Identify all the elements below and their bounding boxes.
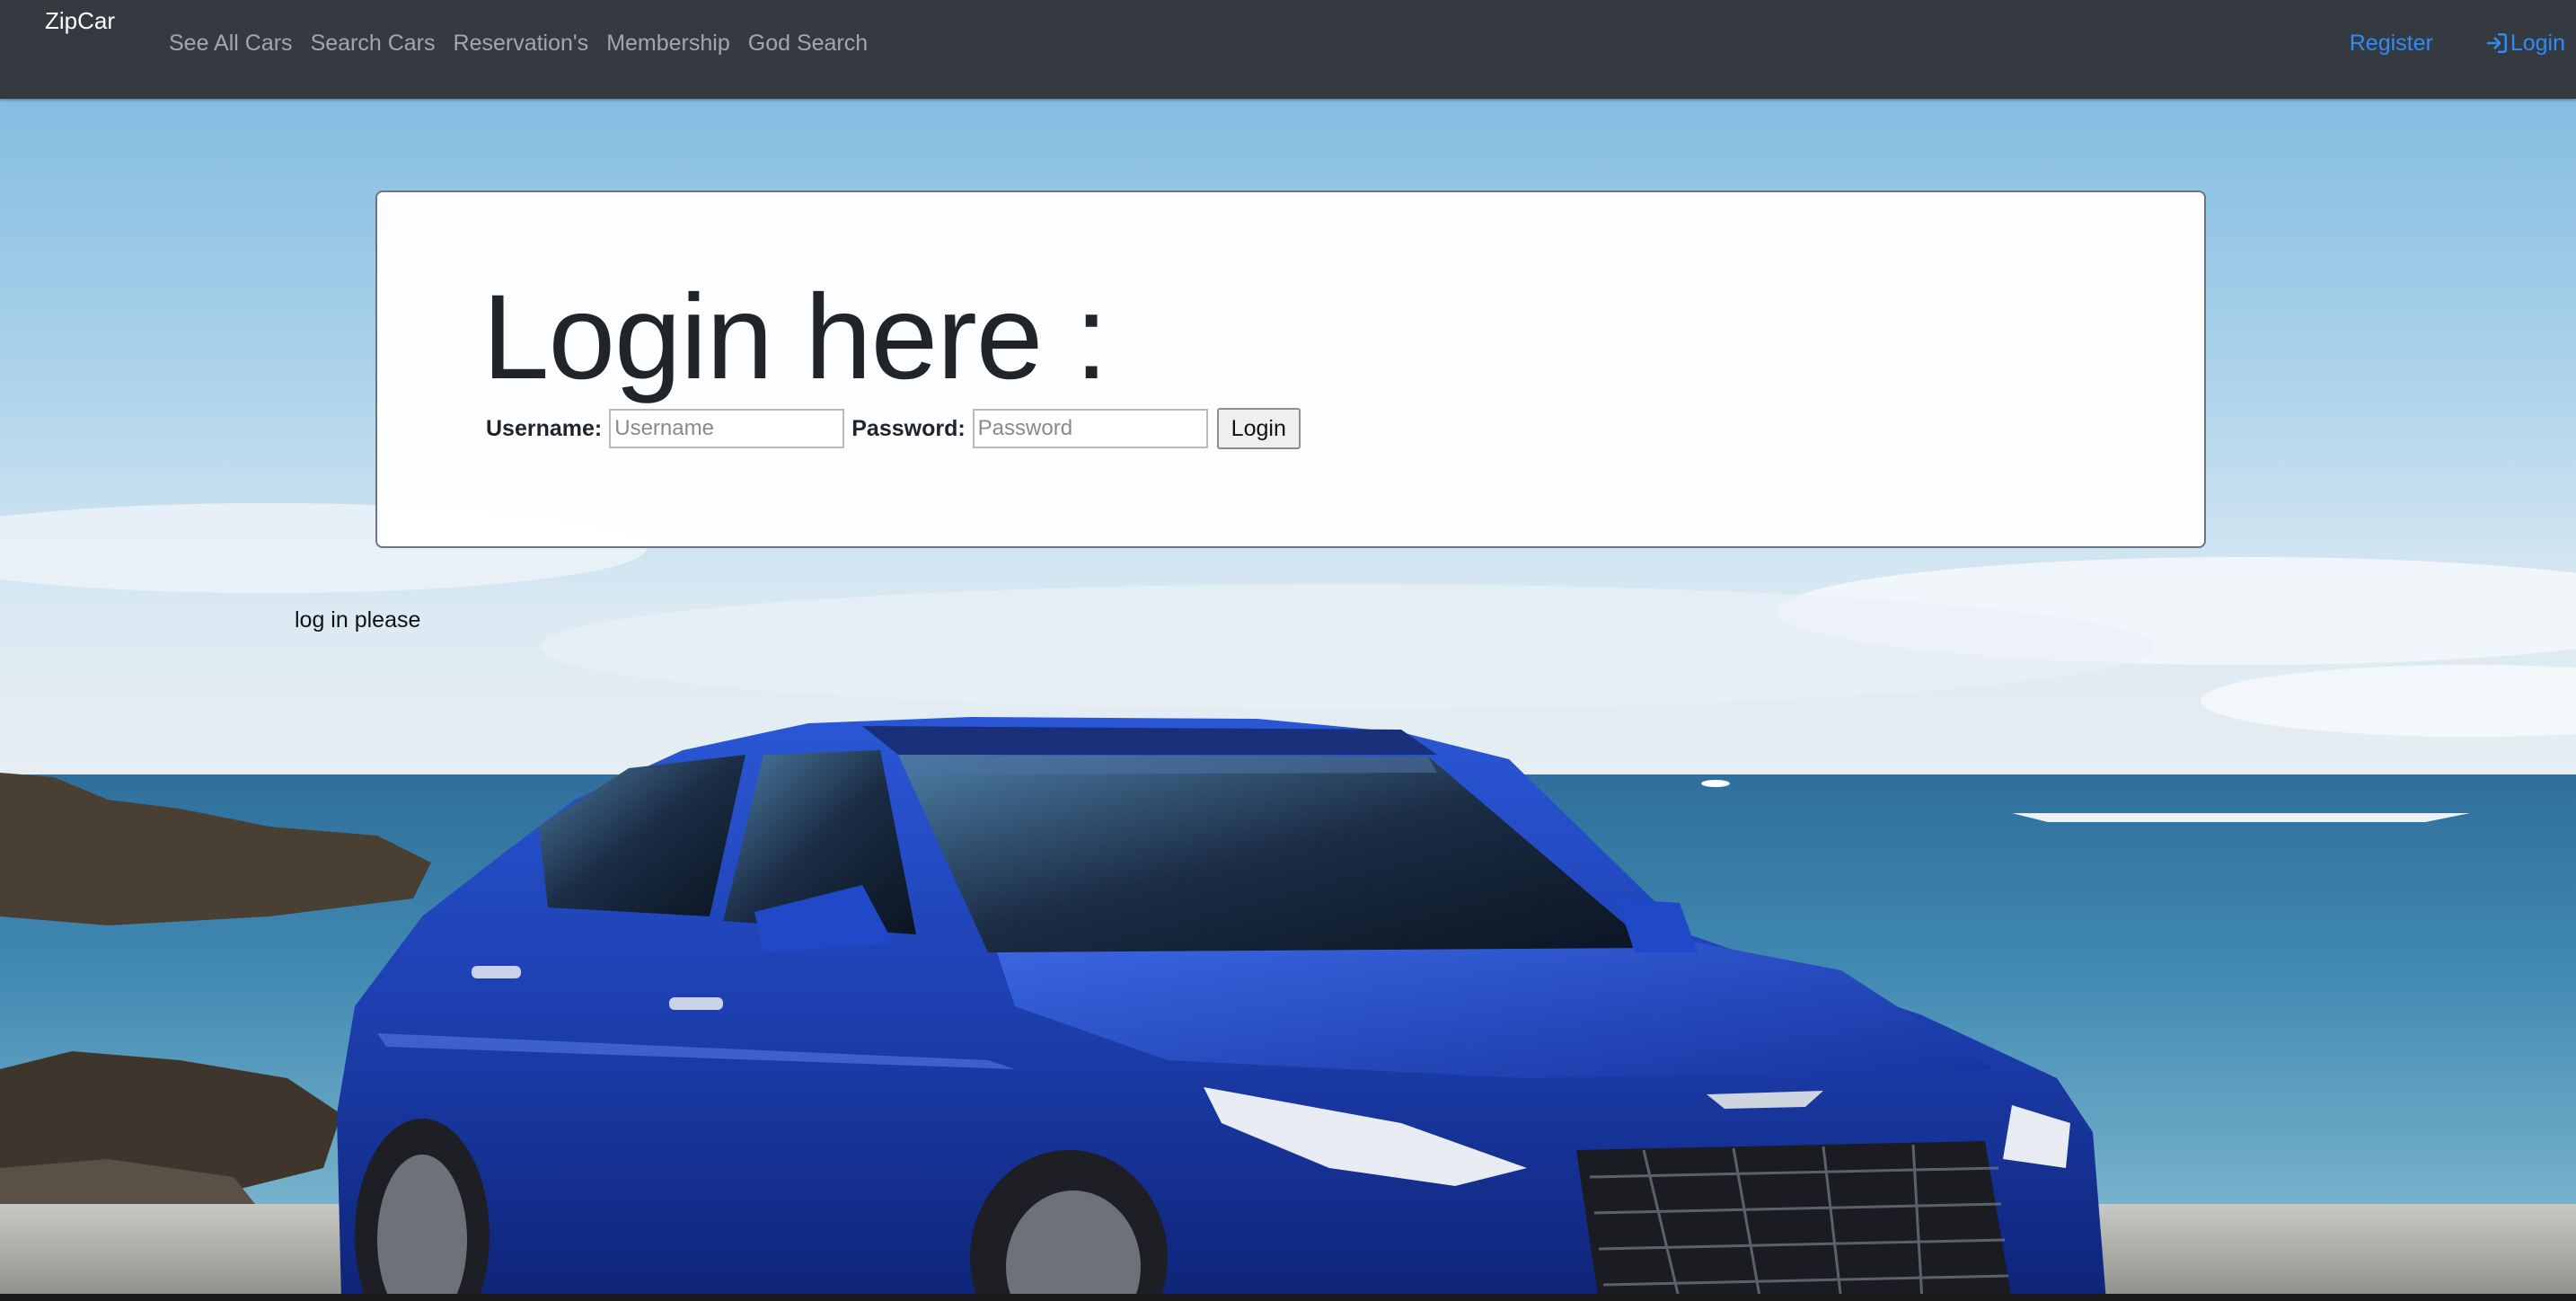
nav-link-membership[interactable]: Membership: [597, 27, 739, 59]
nav-account-links: Register Login: [2350, 27, 2576, 59]
sign-in-icon: [2486, 32, 2507, 54]
nav-link-search-cars[interactable]: Search Cars: [302, 27, 445, 59]
status-message: log in please: [295, 607, 421, 633]
login-form: Username: Password: Login: [486, 408, 1301, 449]
password-input[interactable]: [972, 409, 1208, 448]
top-navbar: ZipCar See All Cars Search Cars Reservat…: [0, 0, 2576, 99]
login-link[interactable]: Login: [2485, 27, 2565, 59]
username-input[interactable]: [609, 409, 845, 448]
bottom-edge: [0, 1294, 2576, 1301]
login-card: Login here : Username: Password: Login: [375, 190, 2206, 548]
brand-link[interactable]: ZipCar: [45, 5, 115, 36]
nav-link-see-all-cars[interactable]: See All Cars: [160, 27, 302, 59]
login-link-label: Login: [2510, 31, 2565, 56]
nav-links: See All Cars Search Cars Reservation's M…: [160, 27, 877, 59]
login-submit-button[interactable]: Login: [1216, 408, 1301, 449]
username-label: Username:: [486, 415, 603, 441]
nav-link-reservations[interactable]: Reservation's: [445, 27, 598, 59]
register-link[interactable]: Register: [2350, 27, 2433, 59]
nav-link-god-search[interactable]: God Search: [739, 27, 877, 59]
page-title: Login here :: [482, 270, 1108, 404]
password-label: Password:: [851, 415, 966, 441]
